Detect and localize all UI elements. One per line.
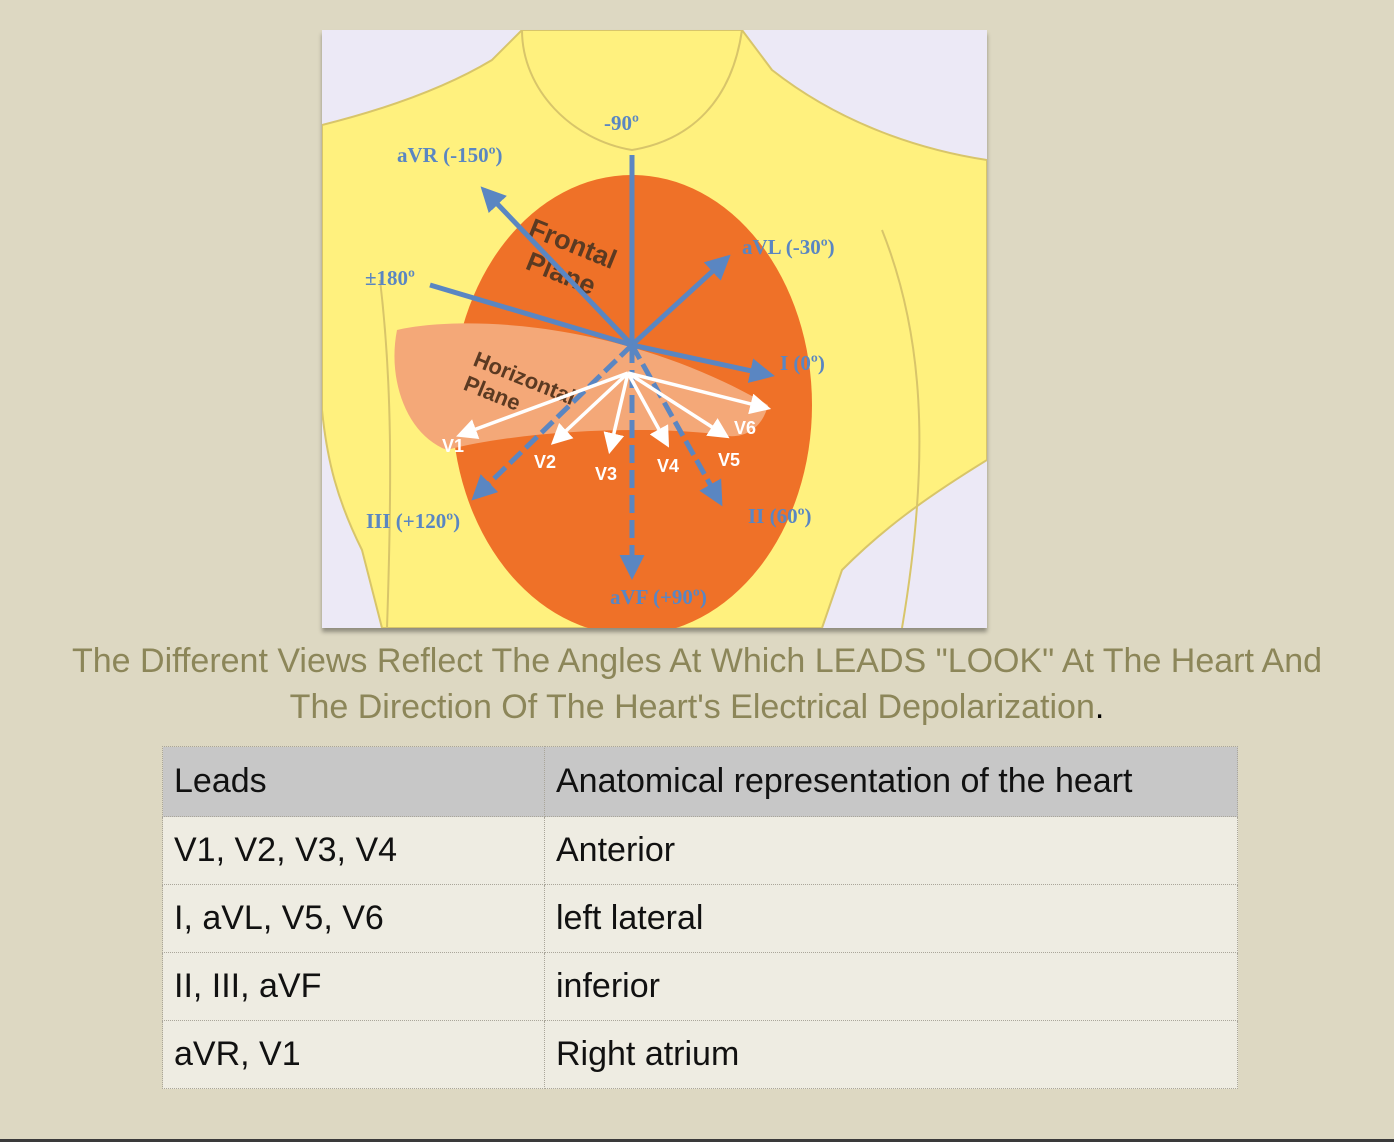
cell-leads: II, III, aVF bbox=[162, 952, 545, 1021]
cell-anatomy: Anterior bbox=[544, 816, 1238, 885]
label-v6: V6 bbox=[734, 418, 756, 438]
table-row: I, aVL, V5, V6 left lateral bbox=[162, 884, 1238, 953]
cell-leads: aVR, V1 bbox=[162, 1020, 545, 1089]
table-row: aVR, V1 Right atrium bbox=[162, 1020, 1238, 1089]
ecg-lead-svg: Frontal Plane Horizontal Plane -90º aVR … bbox=[322, 30, 987, 628]
caption-period: . bbox=[1094, 688, 1105, 726]
cell-anatomy: Right atrium bbox=[544, 1020, 1238, 1089]
label-avf: aVF (+90º) bbox=[610, 585, 707, 609]
label-lead-ii: II (60º) bbox=[748, 504, 812, 528]
cell-leads: I, aVL, V5, V6 bbox=[162, 884, 545, 953]
table-row: V1, V2, V3, V4 Anterior bbox=[162, 816, 1238, 885]
label-minus-90: -90º bbox=[604, 111, 639, 135]
figure-caption: The Different Views Reflect The Angles A… bbox=[60, 638, 1334, 730]
cell-leads: V1, V2, V3, V4 bbox=[162, 816, 545, 885]
label-180: ±180º bbox=[365, 266, 415, 290]
header-anatomical-representation: Anatomical representation of the heart bbox=[544, 746, 1238, 817]
cell-anatomy: inferior bbox=[544, 952, 1238, 1021]
table-row: II, III, aVF inferior bbox=[162, 952, 1238, 1021]
label-lead-iii: III (+120º) bbox=[366, 509, 460, 533]
label-v3: V3 bbox=[595, 464, 617, 484]
leads-table: Leads Anatomical representation of the h… bbox=[162, 746, 1238, 1089]
cell-anatomy: left lateral bbox=[544, 884, 1238, 953]
label-lead-i: I (0º) bbox=[780, 351, 825, 375]
table-header-row: Leads Anatomical representation of the h… bbox=[162, 746, 1238, 817]
label-v4: V4 bbox=[657, 456, 679, 476]
label-avl: aVL (-30º) bbox=[742, 235, 835, 259]
header-leads: Leads bbox=[162, 746, 545, 817]
ecg-lead-diagram: Frontal Plane Horizontal Plane -90º aVR … bbox=[322, 30, 987, 628]
label-v5: V5 bbox=[718, 450, 740, 470]
label-v2: V2 bbox=[534, 452, 556, 472]
label-v1: V1 bbox=[442, 436, 464, 456]
caption-text: The Different Views Reflect The Angles A… bbox=[71, 642, 1323, 726]
label-avr: aVR (-150º) bbox=[397, 143, 503, 167]
